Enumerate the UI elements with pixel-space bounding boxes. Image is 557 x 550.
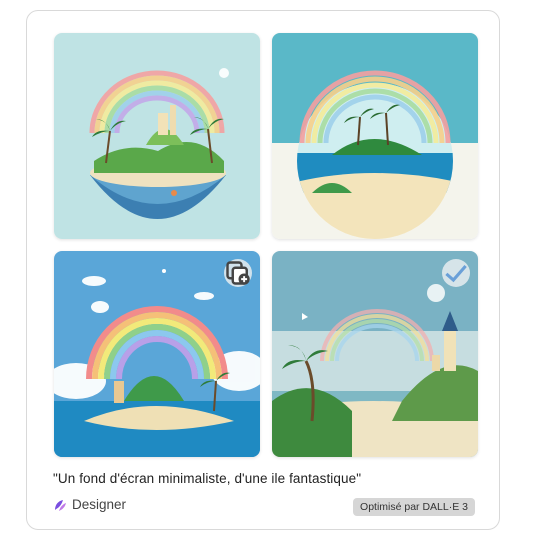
island-circle-illustration	[272, 33, 478, 239]
selected-check-button[interactable]	[442, 259, 470, 287]
designer-link[interactable]: Designer	[53, 497, 126, 512]
island-bowl-illustration	[54, 33, 260, 239]
image-result-card: "Un fond d'écran minimaliste, d'une ile …	[26, 10, 500, 530]
designer-logo-icon	[55, 499, 66, 511]
generated-image-4[interactable]	[272, 251, 478, 457]
designer-label: Designer	[72, 497, 127, 512]
checkmark-icon	[445, 264, 467, 283]
generated-image-1[interactable]	[54, 33, 260, 239]
powered-by-badge: Optimisé par DALL·E 3	[353, 498, 475, 516]
prompt-caption: "Un fond d'écran minimaliste, d'une ile …	[53, 471, 362, 486]
copy-add-button[interactable]	[224, 259, 252, 287]
generated-image-2[interactable]	[272, 33, 478, 239]
generated-image-3[interactable]	[54, 251, 260, 457]
copy-add-icon	[226, 261, 250, 285]
